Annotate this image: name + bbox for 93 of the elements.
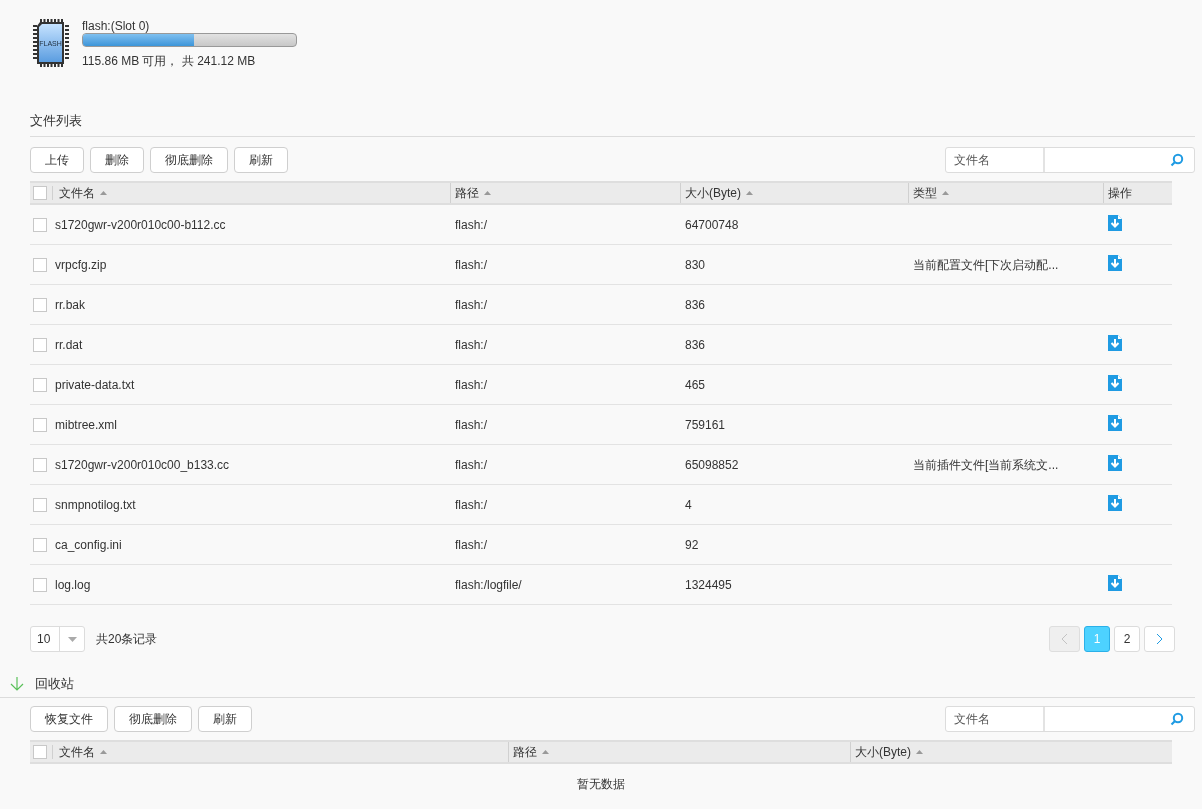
file-name: log.log <box>55 576 91 594</box>
file-type: 当前配置文件[下次启动配... <box>913 257 1059 272</box>
file-path: flash:/ <box>455 537 487 552</box>
storage-name: flash:(Slot 0) <box>82 19 151 33</box>
dropdown-caret-icon <box>68 636 77 642</box>
chevron-right-icon <box>1156 633 1163 645</box>
download-file-icon[interactable] <box>1108 335 1122 351</box>
file-path: flash:/ <box>455 257 487 272</box>
sort-icon <box>484 191 491 195</box>
sort-icon <box>542 749 549 754</box>
file-name: s1720gwr-v200r010c00-b112.cc <box>55 216 226 234</box>
checkbox[interactable] <box>33 537 47 552</box>
search-field-label: 文件名 <box>946 148 1045 172</box>
sort-icon <box>100 191 107 195</box>
file-size: 92 <box>685 537 699 552</box>
toolbar-button[interactable]: 彻底删除 <box>150 147 228 173</box>
column-header[interactable]: 路径 <box>455 184 491 202</box>
checkbox[interactable] <box>33 497 47 512</box>
page-button[interactable]: 2 <box>1114 626 1140 652</box>
column-header[interactable]: 文件名 <box>59 742 107 761</box>
record-count: 共20条记录 <box>96 631 158 648</box>
checkbox[interactable] <box>33 186 47 200</box>
toolbar-button[interactable]: 恢复文件 <box>30 705 108 732</box>
file-size: 1324495 <box>685 577 732 592</box>
file-name: vrpcfg.zip <box>55 256 107 274</box>
file-size: 759161 <box>685 417 726 432</box>
file-path: flash:/ <box>455 337 487 352</box>
file-path: flash:/ <box>455 217 487 232</box>
file-name: mibtree.xml <box>55 416 117 434</box>
file-name: rr.bak <box>55 296 85 314</box>
download-file-icon[interactable] <box>1108 215 1122 231</box>
sort-icon <box>916 749 923 754</box>
toolbar-button[interactable]: 删除 <box>90 147 144 173</box>
file-name: s1720gwr-v200r010c00_b133.cc <box>55 456 230 474</box>
download-file-icon[interactable] <box>1108 455 1122 471</box>
search-icon[interactable] <box>1170 153 1184 167</box>
checkbox[interactable] <box>33 457 47 472</box>
file-name: private-data.txt <box>55 376 135 394</box>
file-name: snmpnotilog.txt <box>55 496 136 514</box>
download-file-icon[interactable] <box>1108 495 1122 511</box>
column-header[interactable]: 大小(Byte) <box>685 184 753 202</box>
sort-icon <box>100 749 107 754</box>
file-size: 4 <box>685 497 692 512</box>
checkbox[interactable] <box>33 744 47 759</box>
checkbox[interactable] <box>33 297 47 312</box>
search-field[interactable]: 文件名 <box>945 147 1195 173</box>
section-title: 回收站 <box>35 675 74 693</box>
storage-summary: 115.86 MB 可用， 共 241.12 MB <box>82 53 257 70</box>
file-path: flash:/ <box>455 497 487 512</box>
section-title: 文件列表 <box>30 113 82 128</box>
file-path: flash:/ <box>455 297 487 312</box>
empty-message: 暂无数据 <box>577 776 625 791</box>
file-path: flash:/logfile/ <box>455 577 522 592</box>
download-file-icon[interactable] <box>1108 375 1122 391</box>
search-field-label: 文件名 <box>946 706 1045 731</box>
search-icon[interactable] <box>1170 711 1184 726</box>
checkbox[interactable] <box>33 217 47 232</box>
file-path: flash:/ <box>455 457 487 472</box>
column-header[interactable]: 类型 <box>913 184 949 202</box>
column-header[interactable]: 大小(Byte) <box>855 742 923 761</box>
file-size: 836 <box>685 337 706 352</box>
column-header[interactable]: 路径 <box>513 742 549 761</box>
file-name: ca_config.ini <box>55 536 122 554</box>
chevron-left-icon <box>1061 633 1068 645</box>
page-size-select[interactable]: 10 <box>30 626 85 652</box>
file-name: rr.dat <box>55 336 83 354</box>
file-size: 465 <box>685 377 706 392</box>
sort-icon <box>942 191 949 195</box>
toolbar-button[interactable]: 刷新 <box>198 705 252 732</box>
file-path: flash:/ <box>455 377 487 392</box>
checkbox[interactable] <box>33 257 47 272</box>
file-size: 836 <box>685 297 706 312</box>
download-file-icon[interactable] <box>1108 575 1122 591</box>
checkbox[interactable] <box>33 577 47 592</box>
download-file-icon[interactable] <box>1108 415 1122 431</box>
toolbar-button[interactable]: 刷新 <box>234 147 288 173</box>
expand-arrow-icon[interactable] <box>10 676 24 691</box>
toolbar-button[interactable]: 彻底删除 <box>114 705 192 732</box>
search-field[interactable]: 文件名 <box>945 705 1195 732</box>
file-type: 当前插件文件[当前系统文... <box>913 457 1059 472</box>
checkbox[interactable] <box>33 337 47 352</box>
toolbar-button[interactable]: 上传 <box>30 147 84 173</box>
checkbox[interactable] <box>33 377 47 392</box>
download-file-icon[interactable] <box>1108 255 1122 271</box>
file-size: 830 <box>685 257 706 272</box>
file-size: 64700748 <box>685 217 739 232</box>
next-page-button[interactable] <box>1144 626 1175 652</box>
checkbox[interactable] <box>33 417 47 432</box>
file-size: 65098852 <box>685 457 739 472</box>
column-header: 操作 <box>1108 185 1132 202</box>
column-header[interactable]: 文件名 <box>59 184 107 202</box>
file-path: flash:/ <box>455 417 487 432</box>
sort-icon <box>746 191 753 195</box>
